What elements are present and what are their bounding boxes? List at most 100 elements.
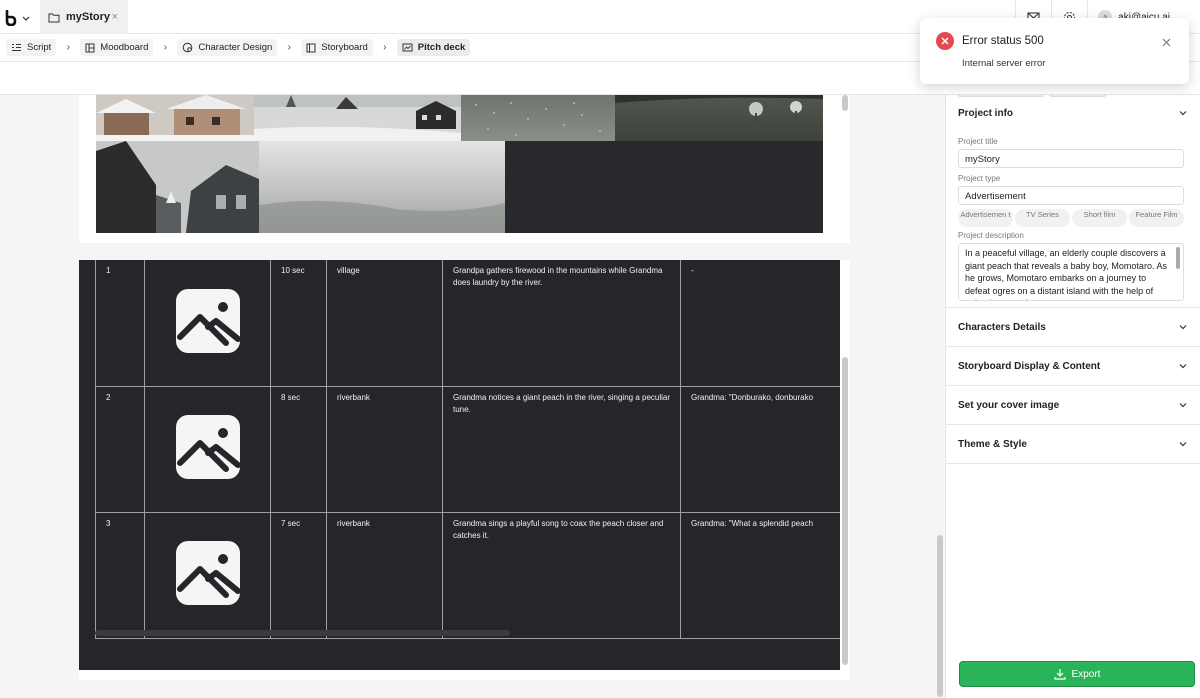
- logo-icon: [5, 10, 17, 26]
- error-icon: [936, 32, 954, 50]
- shot-location: riverbank: [326, 385, 443, 513]
- shot-duration: 8 sec: [270, 385, 327, 513]
- breadcrumb-character-design[interactable]: Character Design: [177, 39, 278, 56]
- download-icon: [1053, 669, 1066, 680]
- project-info-header[interactable]: Project info: [958, 95, 1188, 131]
- folder-icon: [48, 13, 60, 22]
- section-title: Characters Details: [958, 321, 1046, 333]
- pitch-deck-canvas[interactable]: 1 10 sec village Grandpa gathers firewoo…: [0, 95, 945, 698]
- chevron-down-icon: [1179, 325, 1187, 330]
- shot-dialogue: Grandma: "What a splendid peach: [680, 511, 840, 639]
- chevron-down-icon: [1179, 111, 1187, 116]
- shot-number: 2: [95, 385, 145, 513]
- shot-number: 1: [95, 260, 145, 387]
- project-info-section: Project info Project title myStory Proje…: [946, 95, 1200, 308]
- shot-description: Grandma notices a giant peach in the riv…: [442, 385, 681, 513]
- type-option-advertisement[interactable]: Advertisemen t: [958, 209, 1013, 227]
- toast-close-button[interactable]: [1162, 34, 1171, 52]
- shot-duration: 7 sec: [270, 511, 327, 639]
- breadcrumb-label: Pitch deck: [417, 42, 466, 53]
- breadcrumb-script[interactable]: Script: [6, 39, 57, 56]
- shot-description: Grandpa gathers firewood in the mountain…: [442, 260, 681, 387]
- table-row: 3 7 sec riverbank Grandma sings a playfu…: [95, 511, 840, 639]
- table-row: 1 10 sec village Grandpa gathers firewoo…: [95, 260, 840, 387]
- chevron-down-icon: [1179, 442, 1187, 447]
- chevron-right-icon: ›: [66, 42, 70, 53]
- chevron-down-icon: [1179, 403, 1187, 408]
- section-title: Set your cover image: [958, 399, 1060, 411]
- pitch-deck-icon: [402, 43, 413, 52]
- tab-title: myStory: [66, 11, 111, 23]
- shot-description: Grandma sings a playful song to coax the…: [442, 511, 681, 639]
- section-title: Theme & Style: [958, 438, 1027, 450]
- table-row: 2 8 sec riverbank Grandma notices a gian…: [95, 385, 840, 513]
- shot-image[interactable]: [144, 385, 271, 513]
- breadcrumb-label: Storyboard: [321, 42, 368, 53]
- type-option-tv-series[interactable]: TV Series: [1015, 209, 1070, 227]
- shot-image[interactable]: [144, 511, 271, 639]
- shot-number: 3: [95, 511, 145, 639]
- moodboard-grid: [96, 95, 823, 233]
- moodboard-photo-houses: [96, 95, 254, 141]
- table-horizontal-scrollbar[interactable]: [95, 630, 510, 636]
- storyboard-table: 1 10 sec village Grandpa gathers firewoo…: [95, 260, 840, 639]
- project-description-input[interactable]: In a peaceful village, an elderly couple…: [958, 243, 1184, 301]
- project-tab[interactable]: myStory ×: [40, 0, 128, 34]
- script-icon: [12, 44, 21, 51]
- project-title-label: Project title: [958, 137, 998, 146]
- type-option-short-film[interactable]: Short film: [1072, 209, 1127, 227]
- project-description-text: In a peaceful village, an elderly couple…: [965, 248, 1167, 300]
- moodboard-icon: [85, 43, 95, 52]
- breadcrumb-moodboard[interactable]: Moodboard: [80, 39, 154, 56]
- canvas-scrollbar-top[interactable]: [842, 95, 848, 111]
- moodboard-photo-hill: [615, 95, 823, 141]
- project-type-options: Advertisemen t TV Series Short film Feat…: [958, 209, 1188, 227]
- project-title-input[interactable]: myStory: [958, 149, 1184, 168]
- section-title: Storyboard Display & Content: [958, 360, 1101, 372]
- moodboard-photo-rooftops: [96, 141, 259, 233]
- project-description-label: Project description: [958, 231, 1024, 240]
- image-placeholder-icon: [175, 288, 241, 353]
- shot-duration: 10 sec: [270, 260, 327, 387]
- storyboard-table-block: 1 10 sec village Grandpa gathers firewoo…: [79, 260, 840, 670]
- section-characters-details[interactable]: Characters Details: [946, 308, 1200, 347]
- app-logo[interactable]: [4, 8, 34, 28]
- toast-title: Error status 500: [962, 35, 1044, 47]
- breadcrumb-label: Script: [27, 42, 52, 53]
- character-design-icon: [183, 42, 193, 53]
- breadcrumb-label: Moodboard: [100, 42, 149, 53]
- chevron-down-icon: [1179, 364, 1187, 369]
- storyboard-icon: [306, 43, 316, 52]
- shot-dialogue: Grandma: "Donburako, donburako: [680, 385, 840, 513]
- shot-location: village: [326, 260, 443, 387]
- settings-panel: Project info Project title myStory Proje…: [945, 95, 1200, 698]
- breadcrumb-pitch-deck[interactable]: Pitch deck: [396, 39, 471, 56]
- chevron-right-icon: ›: [163, 42, 168, 53]
- tab-close-button[interactable]: ×: [112, 11, 118, 23]
- chevron-right-icon: ›: [383, 42, 387, 53]
- breadcrumb-storyboard[interactable]: Storyboard: [301, 39, 373, 56]
- error-toast: Error status 500 Internal server error: [920, 18, 1189, 84]
- chevron-right-icon: ›: [287, 42, 291, 53]
- chevron-down-icon: [22, 16, 30, 21]
- project-type-input[interactable]: Advertisement: [958, 186, 1184, 205]
- moodboard-photos: [96, 95, 823, 233]
- moodboard-photo-field: [461, 95, 615, 141]
- canvas-scrollbar[interactable]: [842, 357, 848, 665]
- close-icon: [1162, 38, 1171, 47]
- section-storyboard-display[interactable]: Storyboard Display & Content: [946, 347, 1200, 386]
- panel-top-controls: [958, 95, 1106, 97]
- export-label: Export: [1071, 668, 1101, 680]
- export-button[interactable]: Export: [959, 661, 1195, 687]
- shot-dialogue: -: [680, 260, 840, 387]
- shot-image[interactable]: [144, 260, 271, 387]
- image-placeholder-icon: [175, 415, 241, 479]
- description-scrollbar[interactable]: [1176, 247, 1180, 269]
- shot-location: riverbank: [326, 511, 443, 639]
- section-cover-image[interactable]: Set your cover image: [946, 386, 1200, 425]
- toast-message: Internal server error: [962, 58, 1046, 69]
- section-theme-style[interactable]: Theme & Style: [946, 425, 1200, 464]
- type-option-feature-film[interactable]: Feature Film: [1129, 209, 1184, 227]
- section-title: Project info: [958, 107, 1014, 119]
- page-scrollbar[interactable]: [937, 535, 943, 697]
